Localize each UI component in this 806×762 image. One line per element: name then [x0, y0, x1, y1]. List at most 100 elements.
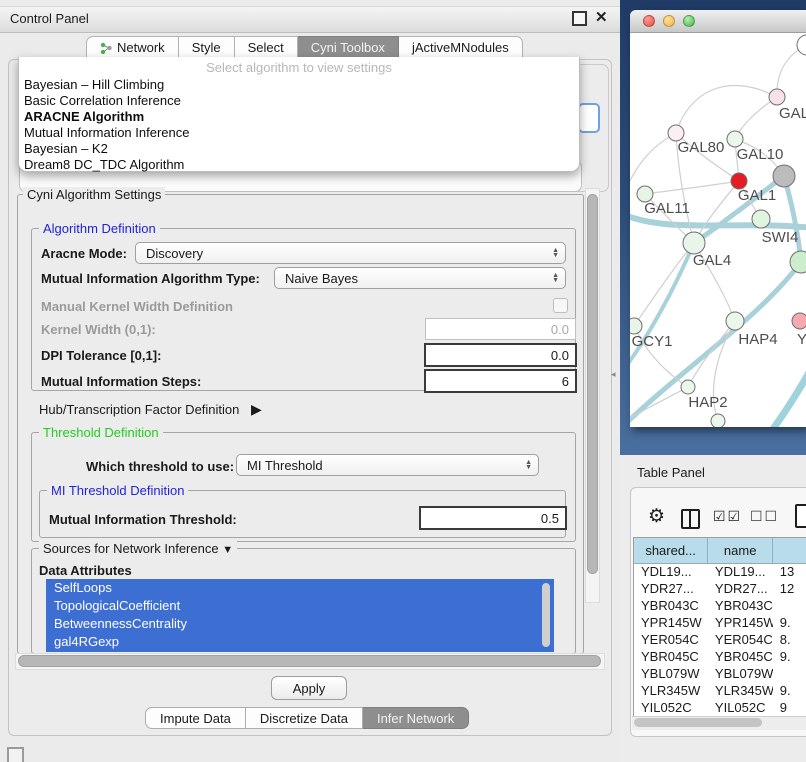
table-cell: 9. — [773, 683, 806, 700]
settings-hscrollbar-thumb[interactable] — [18, 655, 601, 667]
network-node-hap4[interactable] — [726, 312, 744, 330]
table-row[interactable]: YBR043CYBR043C — [634, 598, 806, 615]
attribute-item[interactable]: gal4RGexp — [46, 633, 554, 651]
select-all-columns-icon[interactable]: ☑☑ — [713, 508, 742, 525]
network-edge[interactable] — [688, 321, 735, 387]
document-icon[interactable] — [795, 504, 806, 528]
tab-select[interactable]: Select — [235, 36, 298, 59]
network-node-swi4[interactable] — [752, 210, 770, 228]
network-edge[interactable] — [784, 176, 801, 262]
tab-style[interactable]: Style — [179, 36, 235, 59]
data-attributes-list[interactable]: SelfLoopsTopologicalCoefficientBetweenne… — [46, 579, 554, 652]
dpi-tolerance-label: DPI Tolerance [0,1]: — [41, 348, 161, 363]
aracne-mode-select[interactable]: Discovery ▲▼ — [135, 242, 566, 264]
table-row[interactable]: YBR045CYBR045C9. — [634, 649, 806, 666]
tab-network[interactable]: Network — [86, 36, 179, 59]
network-node-gal10[interactable] — [727, 131, 743, 147]
minimized-panel-icon[interactable] — [7, 747, 24, 762]
network-node[interactable] — [711, 414, 725, 427]
table-row[interactable]: YDR27...YDR27...12 — [634, 581, 806, 598]
network-node[interactable] — [797, 35, 806, 55]
column-header[interactable]: shared... — [634, 538, 708, 564]
table-cell: YDR27... — [708, 581, 773, 598]
table-row[interactable]: YPR145WYPR145W9. — [634, 615, 806, 632]
network-node-gal4[interactable] — [683, 232, 705, 254]
deselect-all-columns-icon[interactable]: ☐☐ — [750, 508, 779, 525]
table-cell — [773, 598, 806, 615]
tab-jactivemnodules[interactable]: jActiveMNodules — [399, 36, 523, 59]
mi-algorithm-type-label: Mutual Information Algorithm Type: — [41, 271, 260, 286]
minimize-traffic-icon[interactable] — [663, 15, 675, 27]
bottom-tab-infer-network[interactable]: Infer Network — [363, 707, 469, 729]
network-window-titlebar[interactable] — [630, 10, 806, 33]
attribute-item[interactable]: SelfLoops — [46, 579, 554, 597]
table-cell: 9. — [773, 649, 806, 666]
kernel-width-field[interactable]: 0.0 — [425, 318, 576, 340]
focused-spinner-fragment[interactable] — [578, 103, 600, 133]
network-edge[interactable] — [630, 243, 694, 372]
algorithm-option[interactable]: Basic Correlation Inference — [19, 93, 579, 109]
network-edge[interactable] — [745, 367, 806, 427]
table-cell: YIL052C — [634, 700, 708, 717]
gear-icon[interactable]: ⚙ — [648, 505, 665, 528]
control-panel-tabs: Network Style Select Cyni ToolboxjActiveMNo… — [86, 36, 523, 59]
bottom-tab-impute-data[interactable]: Impute Data — [145, 707, 246, 729]
hub-definition-toggle[interactable]: Hub/Transcription Factor Definition ▶ — [39, 401, 262, 418]
network-edge[interactable] — [630, 133, 676, 192]
network-edge[interactable] — [645, 181, 739, 194]
network-node-hap2[interactable] — [681, 380, 695, 394]
zoom-traffic-icon[interactable] — [683, 15, 695, 27]
attribute-item[interactable]: TopologicalCoefficient — [46, 597, 554, 615]
collapse-down-icon[interactable]: ▼ — [222, 544, 233, 556]
network-view-window[interactable]: GAL7GAL80GAL10GAL1GAL11SWI4GAL4GCY1HAP4Y… — [630, 10, 806, 427]
control-panel-titlebar — [0, 6, 620, 33]
float-panel-icon[interactable] — [572, 11, 587, 26]
network-node-y[interactable] — [792, 313, 806, 329]
algorithm-option[interactable]: Bayesian – K2 — [19, 141, 579, 157]
algorithm-option[interactable]: ARACNE Algorithm — [19, 109, 579, 125]
network-node[interactable] — [773, 165, 795, 187]
tab-label: Network — [117, 40, 165, 55]
dpi-tolerance-field[interactable]: 0.0 — [424, 343, 577, 367]
network-node-gcy1[interactable] — [630, 318, 642, 334]
network-edge[interactable] — [735, 97, 777, 139]
split-columns-icon[interactable] — [681, 509, 700, 529]
close-traffic-icon[interactable] — [643, 15, 655, 27]
mi-algorithm-type-select[interactable]: Naive Bayes ▲▼ — [274, 267, 566, 289]
sources-group-title[interactable]: Sources for Network Inference ▼ — [39, 541, 237, 556]
table-hscrollbar-thumb[interactable] — [634, 718, 762, 727]
table-row[interactable]: YER054CYER054C8. — [634, 632, 806, 649]
attribute-item[interactable]: BetweennessCentrality — [46, 615, 554, 633]
attribute-list-scrollbar[interactable] — [542, 583, 550, 647]
table-row[interactable]: YLR345WYLR345W9. — [634, 683, 806, 700]
table-row[interactable]: YDL19...YDL19...13 — [634, 564, 806, 581]
which-threshold-select[interactable]: MI Threshold ▲▼ — [236, 454, 539, 476]
settings-vscrollbar-thumb[interactable] — [587, 194, 598, 574]
network-edge[interactable] — [676, 85, 777, 133]
bottom-tab-discretize-data[interactable]: Discretize Data — [246, 707, 363, 729]
table-row[interactable]: YIL052CYIL052C9 — [634, 700, 806, 717]
table-cell: YBR045C — [634, 649, 708, 666]
tab-cyni-toolbox[interactable]: Cyni Toolbox — [298, 36, 399, 59]
expand-right-icon[interactable]: ▶ — [251, 401, 262, 417]
splitter-handle-icon[interactable]: ◂ — [611, 369, 616, 380]
algorithm-option[interactable]: Mutual Information Inference — [19, 125, 579, 141]
apply-button[interactable]: Apply — [271, 676, 347, 700]
close-icon[interactable]: ✕ — [595, 8, 608, 26]
table-cell: YPR145W — [634, 615, 708, 632]
mi-steps-field[interactable]: 6 — [424, 369, 577, 393]
hub-definition-label: Hub/Transcription Factor Definition — [39, 402, 239, 417]
aracne-mode-value: Discovery — [146, 246, 203, 261]
algorithm-option[interactable]: Dream8 DC_TDC Algorithm — [19, 157, 579, 173]
mi-threshold-field[interactable]: 0.5 — [419, 506, 567, 530]
network-edge[interactable] — [634, 243, 694, 326]
table-cell: YPR145W — [708, 615, 773, 632]
manual-kernel-width-checkbox[interactable] — [553, 298, 568, 313]
column-header[interactable]: name — [708, 538, 773, 564]
tab-label: Select — [248, 40, 284, 55]
network-node-gal7[interactable] — [769, 89, 785, 105]
network-canvas[interactable]: GAL7GAL80GAL10GAL1GAL11SWI4GAL4GCY1HAP4Y… — [630, 32, 806, 427]
table-row[interactable]: YBL079WYBL079W — [634, 666, 806, 683]
column-header[interactable] — [773, 538, 806, 564]
algorithm-option[interactable]: Bayesian – Hill Climbing — [19, 77, 579, 93]
